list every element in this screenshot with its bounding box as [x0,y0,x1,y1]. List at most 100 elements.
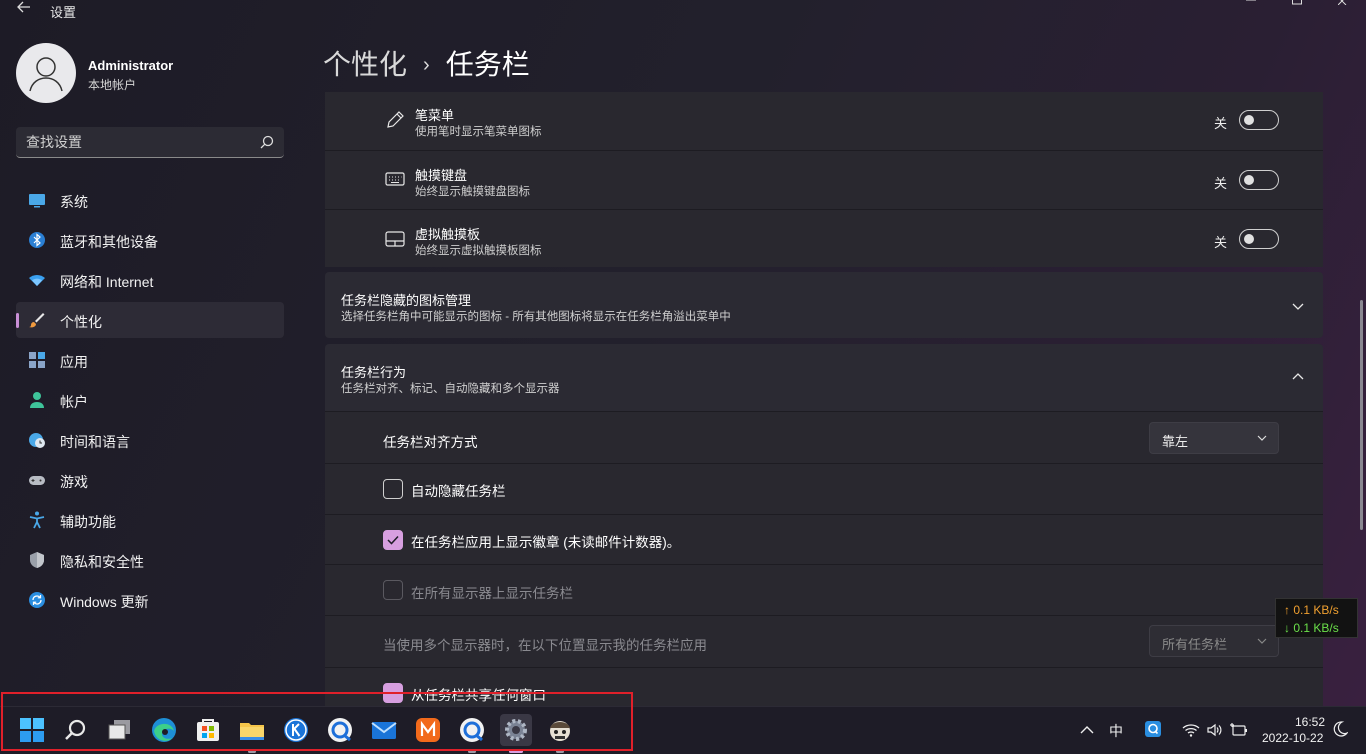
chevron-down-icon [1257,638,1267,644]
sidebar-item-personalization[interactable]: 个性化 [16,302,284,338]
sidebar-item-label: 应用 [60,354,88,370]
row-title: 虚拟触摸板 [415,227,481,242]
qq-icon[interactable] [1144,720,1162,738]
search-icon[interactable] [260,135,274,149]
chevron-down-icon [1257,435,1267,441]
badges-checkbox[interactable] [383,530,403,550]
highlight-box [1,692,633,751]
sidebar-item-apps[interactable]: 应用 [16,342,284,378]
user-name: Administrator [88,58,174,73]
chevron-up-icon[interactable] [1291,370,1305,384]
setting-row-touch-keyboard: 触摸键盘 始终显示触摸键盘图标 关 [325,150,1323,209]
sidebar-item-label: 系统 [60,194,88,210]
search-box[interactable] [16,127,284,158]
virtual-touchpad-toggle[interactable] [1239,229,1279,249]
toggle-state-label: 关 [1213,176,1227,191]
search-input[interactable] [26,127,246,157]
sidebar-item-label: 蓝牙和其他设备 [60,234,158,250]
toggle-knob [1244,115,1254,125]
row-subtitle: 使用笔时显示笔菜单图标 [415,126,542,138]
auto-hide-checkbox[interactable] [383,479,403,499]
overflow-icons-section[interactable]: 任务栏隐藏的图标管理 选择任务栏角中可能显示的图标 - 所有其他图标将显示在任务… [325,272,1323,338]
alignment-label: 任务栏对齐方式 [383,435,478,450]
app-title: 设置 [50,5,77,20]
avatar[interactable] [16,43,76,103]
badges-row: 在任务栏应用上显示徽章 (未读邮件计数器)。 [325,514,1323,564]
breadcrumb-parent[interactable]: 个性化 [323,49,407,80]
sidebar-item-label: 辅助功能 [60,514,116,530]
sidebar-item-label: 游戏 [60,474,88,490]
breadcrumb-separator: › [423,54,430,76]
download-speed: ↓ 0.1 KB/s [1284,621,1339,635]
alignment-dropdown[interactable]: 靠左 [1149,422,1279,454]
volume-icon[interactable] [1206,722,1224,738]
taskbar-behaviors-section[interactable]: 任务栏行为 任务栏对齐、标记、自动隐藏和多个显示器 [325,344,1323,411]
sidebar-item-accessibility[interactable]: 辅助功能 [16,502,284,538]
pen-menu-toggle[interactable] [1239,110,1279,130]
section-title: 任务栏隐藏的图标管理 [341,293,472,308]
sidebar-item-time-language[interactable]: 时间和语言 [16,422,284,458]
arrow-left-icon [17,1,30,13]
sidebar-item-accounts[interactable]: 帐户 [16,382,284,418]
sidebar-item-privacy[interactable]: 隐私和安全性 [16,542,284,578]
section-subtitle: 选择任务栏角中可能显示的图标 - 所有其他图标将显示在任务栏角溢出菜单中 [341,311,731,323]
network-speed-widget: ↑ 0.1 KB/s ↓ 0.1 KB/s [1275,598,1358,638]
setting-row-pen-menu: 笔菜单 使用笔时显示笔菜单图标 关 [325,92,1323,150]
shield-icon [30,552,44,568]
maximize-button[interactable] [1274,0,1320,12]
sidebar-item-network[interactable]: 网络和 Internet [16,262,284,298]
account-type: 本地帐户 [88,78,137,92]
auto-hide-row: 自动隐藏任务栏 [325,463,1323,514]
row-subtitle: 始终显示触摸键盘图标 [415,186,530,198]
chevron-down-icon[interactable] [1291,299,1305,313]
breadcrumb: 个性化 › 任务栏 [323,43,530,83]
pen-icon [387,111,404,128]
checkmark-icon [387,535,399,545]
sidebar-item-gaming[interactable]: 游戏 [16,462,284,498]
person-avatar-icon [29,57,63,92]
brush-icon [29,313,45,328]
multi-display-value: 所有任务栏 [1162,637,1228,652]
setting-row-virtual-touchpad: 虚拟触摸板 始终显示虚拟触摸板图标 关 [325,209,1323,267]
alignment-value: 靠左 [1162,434,1189,449]
sidebar-item-bluetooth[interactable]: 蓝牙和其他设备 [16,222,284,258]
gamepad-icon [29,476,45,485]
apps-icon [29,352,45,368]
close-button[interactable] [1320,0,1366,12]
wifi-icon[interactable] [1182,722,1200,738]
back-button[interactable] [14,0,34,20]
bluetooth-icon [29,232,45,248]
sidebar-item-system[interactable]: 系统 [16,182,284,218]
alignment-row: 任务栏对齐方式 靠左 [325,411,1323,463]
tray-overflow-chevron-icon[interactable] [1079,722,1095,738]
minimize-button[interactable] [1228,0,1274,12]
toggle-state-label: 关 [1213,235,1227,250]
clock-time[interactable]: 16:52 [1295,715,1325,729]
page-title: 任务栏 [445,49,530,80]
row-title: 触摸键盘 [415,168,468,183]
sidebar-item-windows-update[interactable]: Windows 更新 [16,582,284,618]
all-displays-label: 在所有显示器上显示任务栏 [411,586,573,601]
title-bar: 设置 [0,0,1366,22]
row-subtitle: 始终显示虚拟触摸板图标 [415,245,542,257]
sidebar-item-label: 网络和 Internet [60,274,154,290]
close-icon [1337,0,1347,6]
row-title: 笔菜单 [415,108,455,123]
clock-date[interactable]: 2022-10-22 [1262,731,1323,745]
toggle-state-label: 关 [1213,116,1227,131]
multi-display-label: 当使用多个显示器时，在以下位置显示我的任务栏应用 [383,638,707,653]
all-displays-checkbox[interactable] [383,580,403,600]
active-indicator [16,313,19,328]
touch-keyboard-toggle[interactable] [1239,170,1279,190]
minimize-icon [1246,0,1256,1]
clock-globe-icon [29,433,45,448]
scrollbar[interactable] [1360,300,1363,530]
moon-icon[interactable] [1332,721,1348,737]
ime-indicator[interactable]: 中 [1109,721,1123,741]
multi-display-dropdown[interactable]: 所有任务栏 [1149,625,1279,657]
keyboard-icon [385,172,405,186]
upload-speed: ↑ 0.1 KB/s [1284,603,1339,617]
sidebar-item-label: 时间和语言 [60,434,130,450]
sidebar-item-label: 个性化 [60,314,102,330]
battery-icon[interactable] [1229,722,1249,738]
